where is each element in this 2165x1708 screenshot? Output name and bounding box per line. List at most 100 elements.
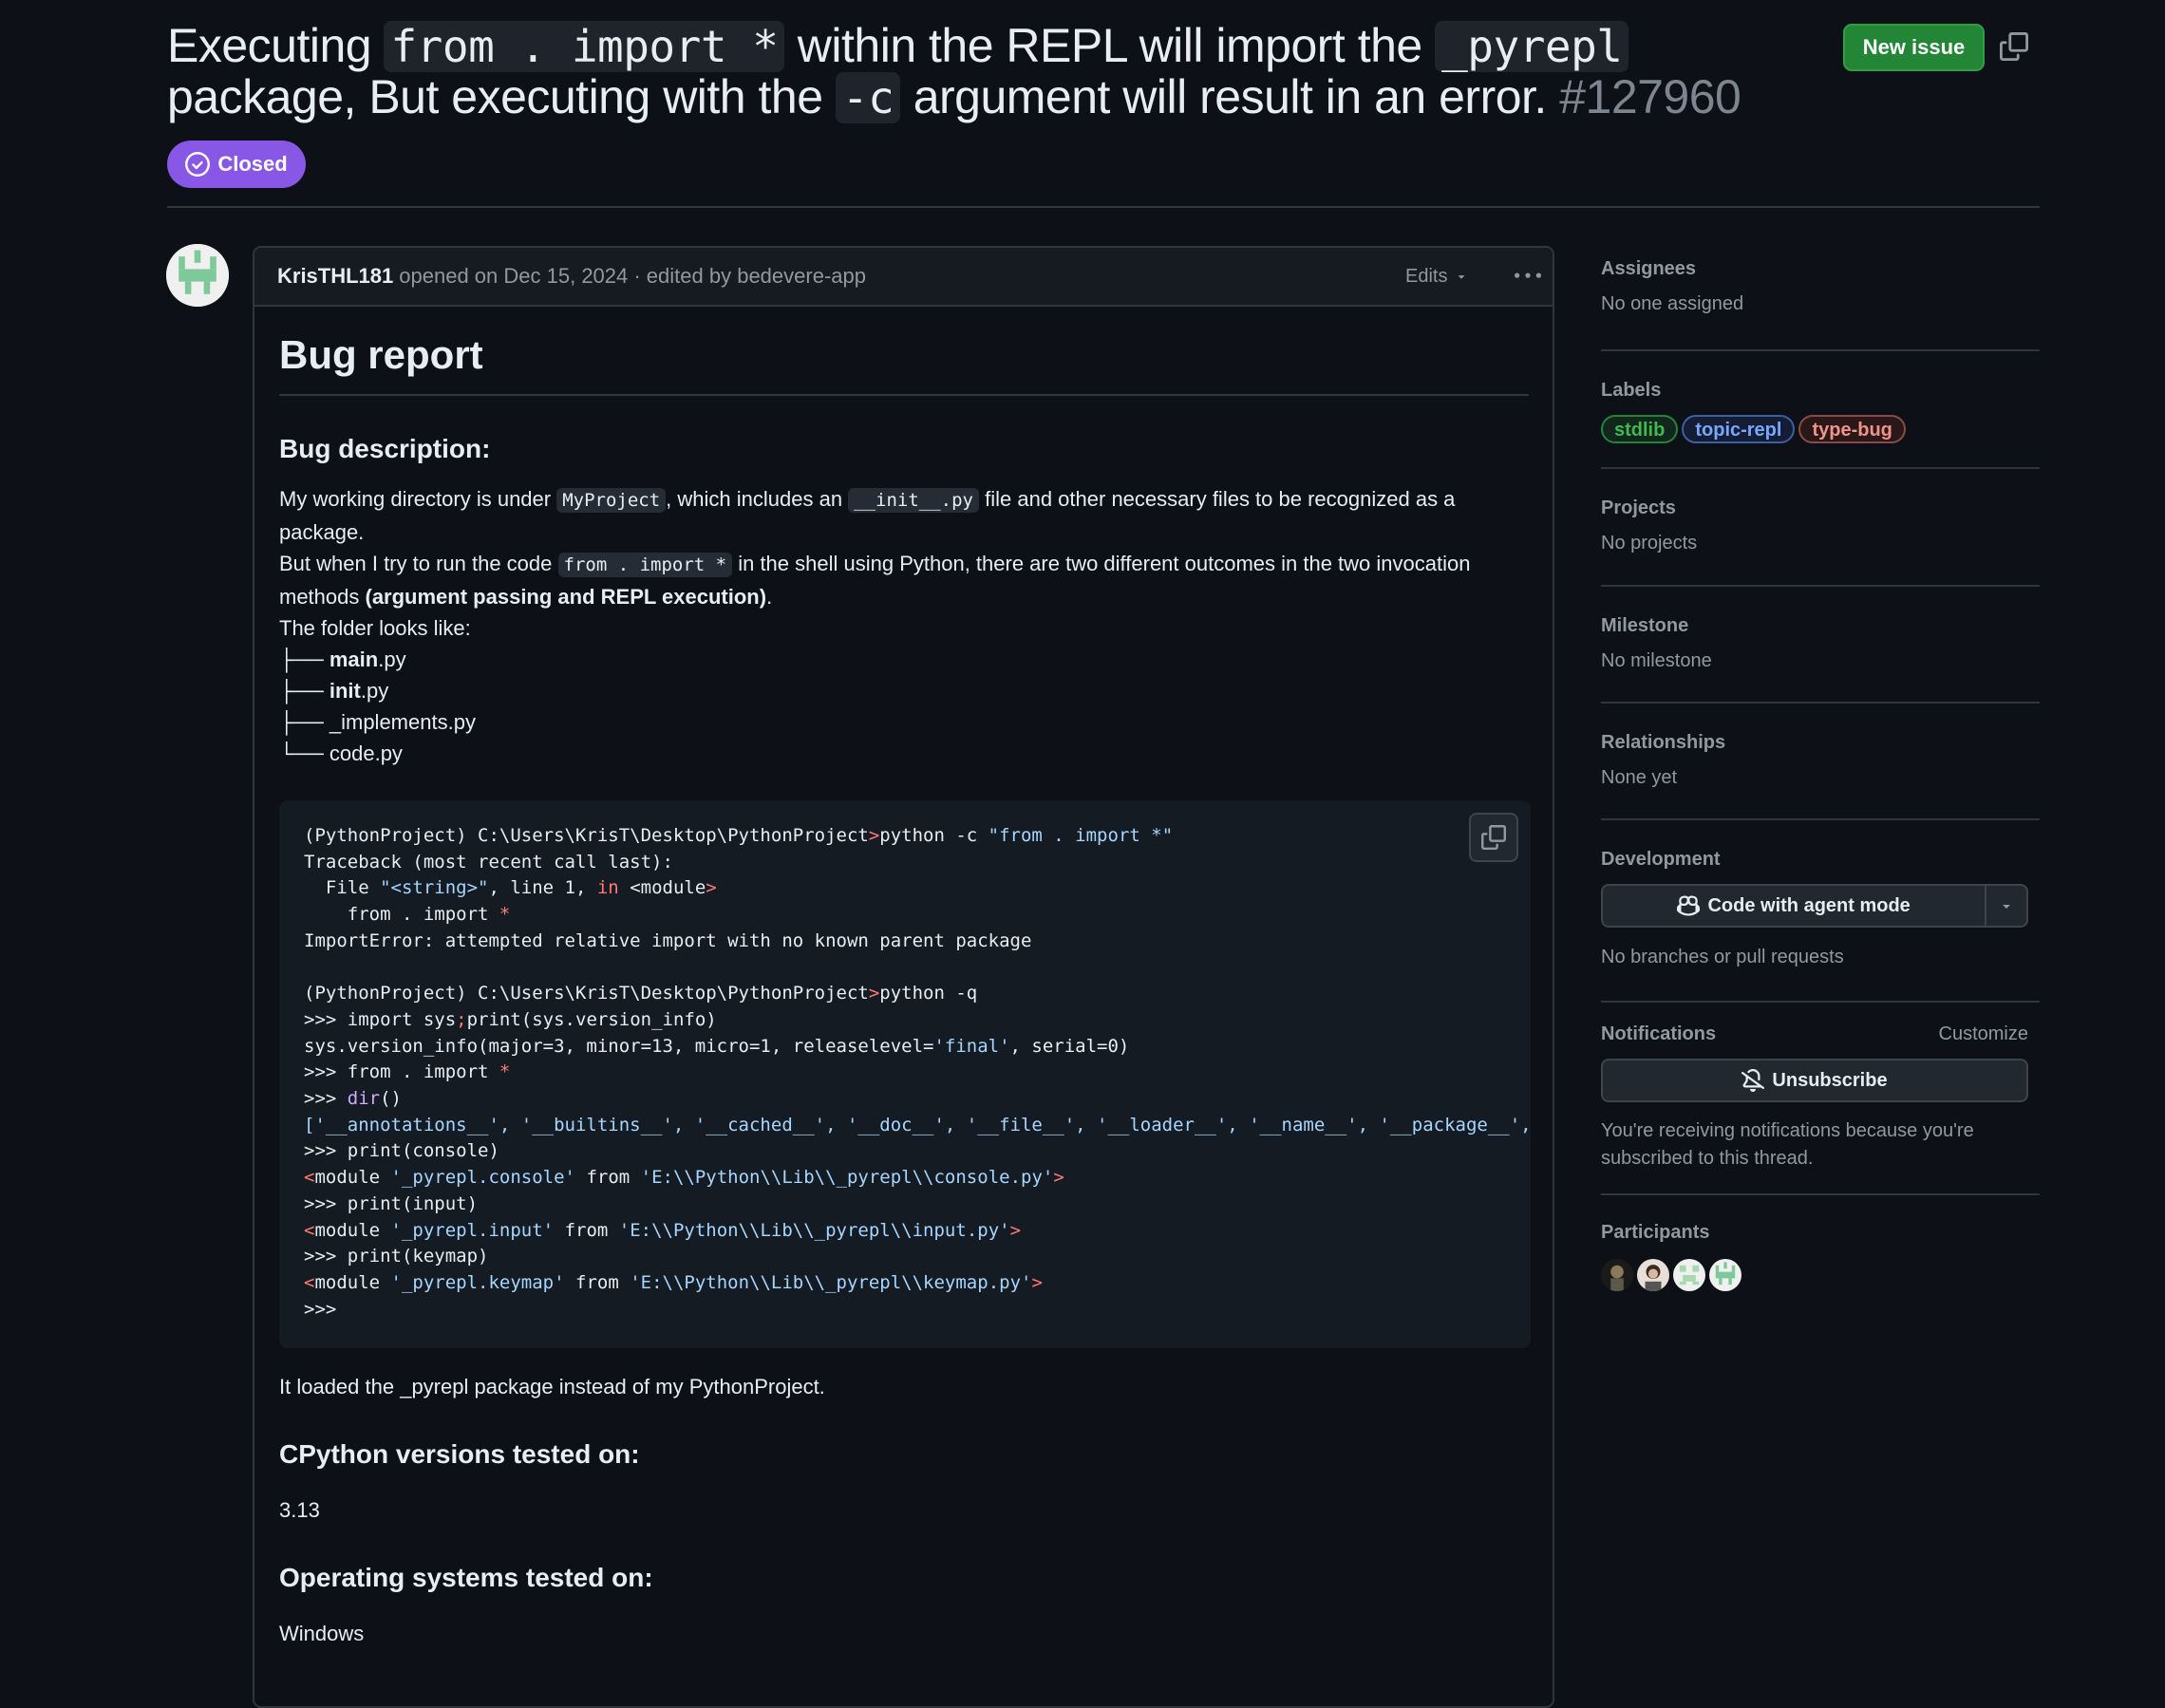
paragraph: 3.13 (279, 1498, 320, 1522)
participant-avatar[interactable] (1601, 1259, 1633, 1291)
status-label: Closed (217, 152, 288, 176)
code-string: "<string>" (380, 877, 489, 899)
sidebar-title[interactable]: Relationships (1601, 704, 2040, 754)
comment-body-tail: It loaded the _pyrepl package instead of… (279, 1371, 1529, 1650)
tree-branch: ├── (279, 648, 329, 671)
sidebar-title[interactable]: Projects (1601, 469, 2040, 519)
sidebar-title[interactable]: Assignees (1601, 249, 2040, 280)
code-keyword: in (596, 877, 619, 899)
code-text: >>> print(input) (304, 1192, 479, 1214)
sidebar-title[interactable]: Labels (1601, 351, 2040, 402)
sidebar-development: Development Code with agent mode No bran… (1601, 820, 2040, 1003)
code-text: from (554, 1219, 619, 1241)
code-text: module (314, 1167, 391, 1189)
code-text: >>> (304, 1088, 348, 1110)
copy-link-icon[interactable] (2000, 32, 2028, 61)
code-text: print(sys.version_info) (466, 1008, 717, 1030)
code-token: > (868, 983, 880, 1004)
tree-ext: code.py (329, 741, 403, 765)
tree-name: main (329, 648, 379, 671)
code-text: from . import (304, 904, 499, 926)
sidebar-title: Participants (1601, 1222, 1710, 1243)
paragraph: It loaded the _pyrepl package instead of… (279, 1375, 825, 1398)
title-code: from . import * (384, 21, 785, 72)
code-text: >>> import sys (304, 1008, 457, 1030)
agent-dropdown-button[interactable] (1986, 884, 2028, 928)
sidebar-assignees: Assignees No one assigned (1601, 249, 2040, 351)
notifications-header: Notifications Customize (1601, 1003, 2028, 1045)
code-string: '_pyrepl.console' (390, 1167, 575, 1189)
code-text: module (314, 1219, 391, 1241)
code-with-agent-button[interactable]: Code with agent mode (1601, 884, 1987, 928)
tree-ext: .py (378, 648, 406, 671)
tree-line: ├── main.py (279, 648, 406, 671)
tree-line: ├── _implements.py (279, 710, 476, 734)
participant-avatar[interactable] (1637, 1259, 1669, 1291)
title-text: Executing (167, 19, 385, 72)
label-stdlib[interactable]: stdlib (1601, 415, 1679, 443)
code-text: sys.version_info(major=3, minor=13, micr… (304, 1035, 934, 1057)
kebab-horizontal-icon[interactable] (1515, 263, 1541, 295)
triangle-down-icon (2003, 905, 2010, 909)
title-divider (167, 206, 2040, 208)
text: The folder looks like: (279, 616, 471, 640)
code-string: 'E:\\Python\\Lib\\_pyrepl\\input.py' (618, 1219, 1010, 1241)
triangle-down-icon (1459, 275, 1465, 279)
customize-link[interactable]: Customize (1939, 1023, 2028, 1045)
copy-icon (1481, 825, 1506, 850)
copy-code-button[interactable] (1469, 813, 1518, 862)
sidebar-title[interactable]: Milestone (1601, 587, 2040, 637)
code-text: , line 1, (488, 877, 597, 899)
code-text: < (618, 877, 641, 899)
agent-button-label: Code with agent mode (1707, 894, 1911, 916)
code-text: ImportError: attempted relative import w… (304, 929, 1032, 951)
section-heading: CPython versions tested on: (279, 1439, 640, 1469)
text: My working directory is under (279, 487, 557, 511)
tree-branch: ├── (279, 679, 329, 703)
avatar[interactable] (166, 244, 229, 307)
inline-code: MyProject (556, 488, 667, 513)
label-type-bug[interactable]: type-bug (1798, 415, 1906, 443)
title-code: _pyrepl (1435, 21, 1629, 72)
code-string: ['__annotations__', '__builtins__', '__c… (304, 1114, 1531, 1136)
code-text: >>> print(console) (304, 1140, 499, 1162)
code-text: python -c (879, 825, 988, 846)
tree-ext: .py (360, 679, 389, 703)
code-content[interactable]: (PythonProject) C:\Users\KrisT\Desktop\P… (279, 800, 1531, 1345)
title-text: package, But executing with the (167, 70, 836, 123)
comment-header: KrisTHL181 opened on Dec 15, 2024 · edit… (254, 248, 1553, 307)
tree-branch: ├── (279, 710, 329, 734)
paragraph: My working directory is under MyProject,… (279, 483, 1529, 769)
section-heading: Operating systems tested on: (279, 1563, 653, 1592)
code-function: dir (347, 1088, 381, 1110)
sidebar-title[interactable]: Development (1601, 820, 2040, 871)
sidebar-milestone: Milestone No milestone (1601, 587, 2040, 704)
code-text: () (380, 1088, 402, 1110)
comment-body: Bug report Bug description: My working d… (279, 331, 1529, 769)
unsubscribe-button[interactable]: Unsubscribe (1601, 1059, 2028, 1102)
participant-avatar[interactable] (1673, 1259, 1705, 1291)
new-issue-button[interactable]: New issue (1843, 24, 1985, 71)
bell-slash-icon (1741, 1069, 1765, 1092)
label-topic-repl[interactable]: topic-repl (1682, 415, 1796, 443)
code-text: >>> from . import (304, 1061, 499, 1083)
issue-number: #127960 (1559, 70, 1741, 123)
code-block[interactable]: (PythonProject) C:\Users\KrisT\Desktop\P… (279, 800, 1531, 1348)
code-token: > (1031, 1271, 1043, 1293)
code-text: >>> (304, 1298, 337, 1320)
code-string: '_pyrepl.keymap' (390, 1271, 565, 1293)
edits-dropdown[interactable]: Edits (1405, 248, 1468, 305)
sidebar-projects: Projects No projects (1601, 469, 2040, 587)
author-link[interactable]: KrisTHL181 (277, 264, 393, 289)
text: . (766, 585, 773, 609)
issue-title: Executing from . import * within the REP… (167, 21, 1781, 123)
inline-code: __init__.py (848, 488, 980, 513)
sidebar: Assignees No one assigned Labels stdlib t… (1601, 249, 2040, 1291)
sidebar-participants: Participants (1601, 1195, 2040, 1291)
sidebar-relationships: Relationships None yet (1601, 704, 2040, 820)
participant-avatar[interactable] (1709, 1259, 1741, 1291)
code-text: module (640, 877, 706, 899)
tree-name: init (329, 679, 361, 703)
title-text: within the REPL will import the (784, 19, 1436, 72)
issue-comment: KrisTHL181 opened on Dec 15, 2024 · edit… (253, 246, 1554, 1708)
